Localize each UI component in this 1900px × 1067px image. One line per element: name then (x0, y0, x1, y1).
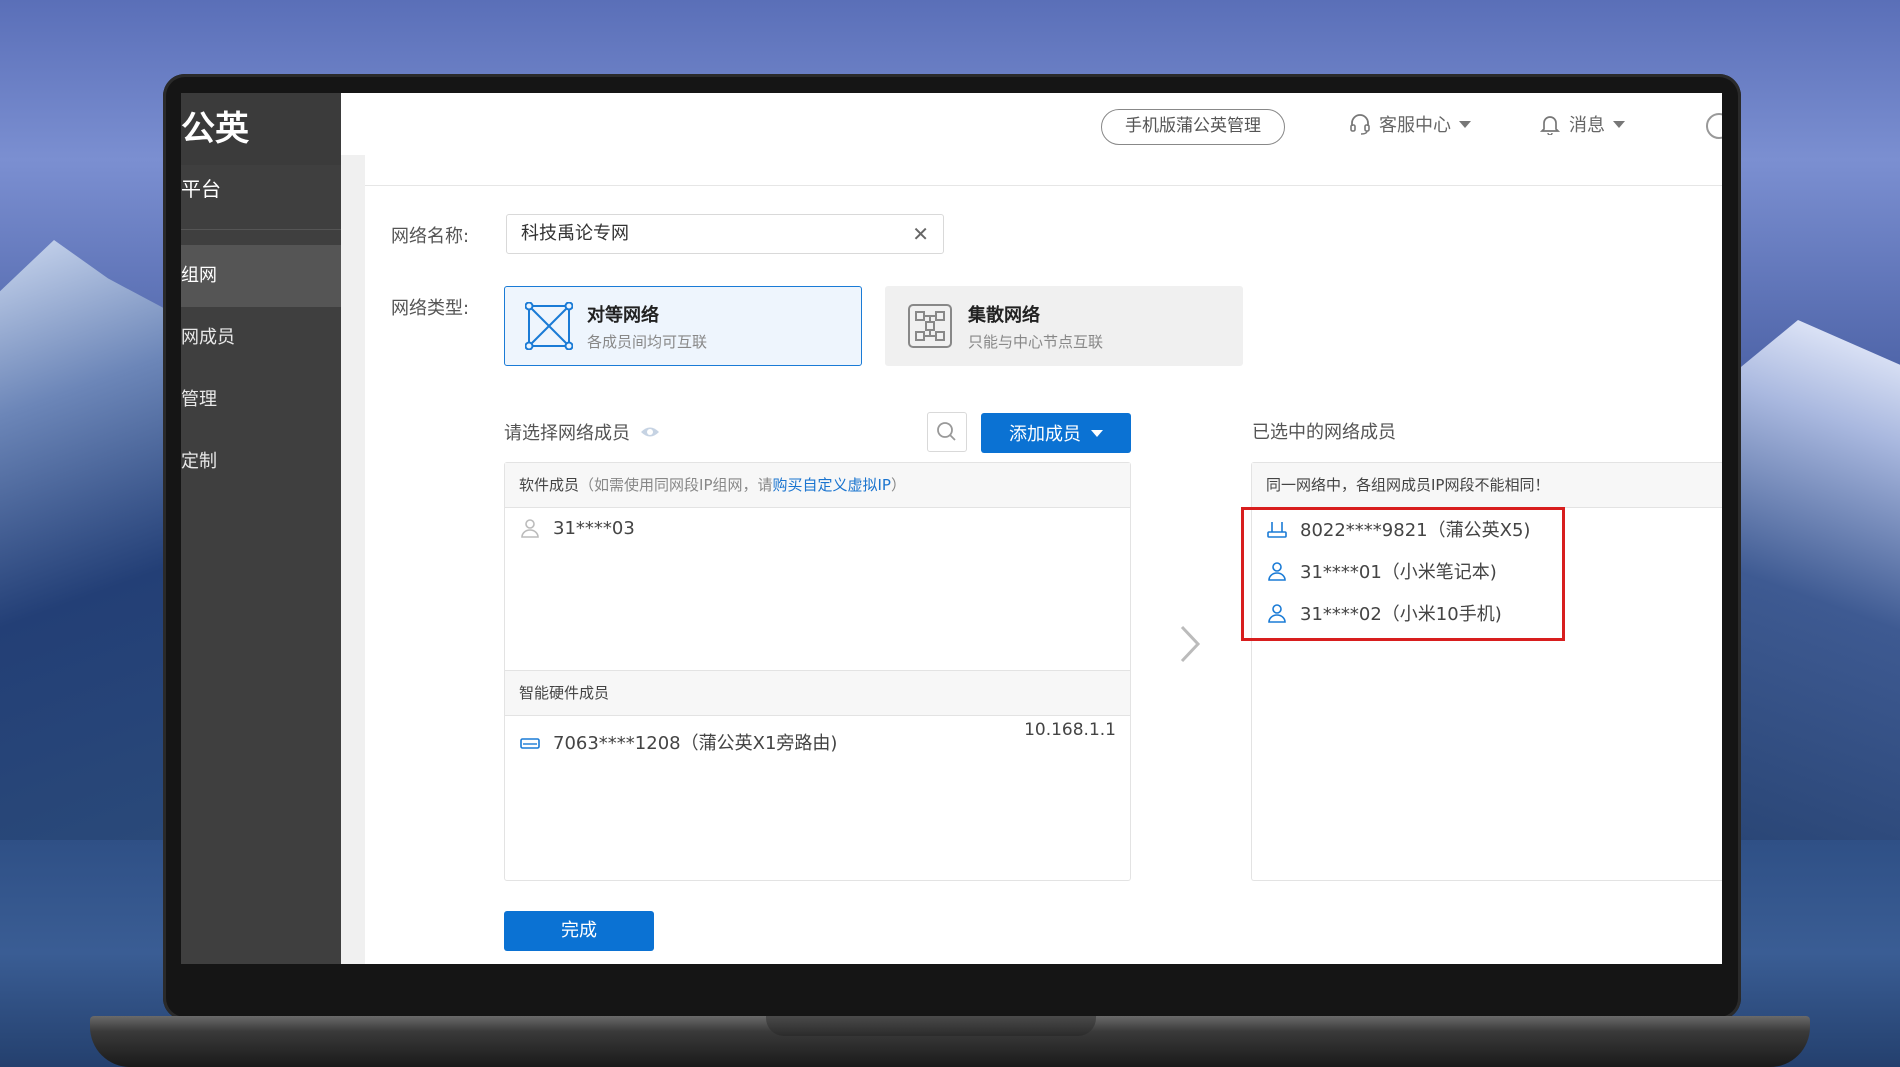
select-members-title: 请选择网络成员 (504, 419, 660, 445)
service-center-menu[interactable]: 客服中心 (1349, 111, 1471, 137)
member-name: 7063****1208（蒲公英X1旁路由) (553, 733, 838, 754)
type-title-peer: 对等网络 (587, 304, 659, 326)
member-name: 31****03 (553, 517, 635, 539)
eye-icon[interactable] (640, 425, 660, 439)
network-name-label: 网络名称: (391, 226, 470, 247)
brand-logo: 公英 (181, 93, 341, 165)
software-note-prefix: （如需使用同网段IP组网，请 (579, 476, 773, 494)
selected-note: 同一网络中，各组网成员IP网段不能相同！ (1252, 463, 1722, 508)
software-members-label: 软件成员 (519, 476, 580, 494)
add-member-label: 添加成员 (1009, 424, 1081, 445)
network-name-input[interactable]: 科技禹论专网 ✕ (506, 214, 944, 254)
type-title-hub: 集散网络 (968, 304, 1040, 326)
software-note-suffix: ） (890, 476, 906, 494)
messages-menu[interactable]: 消息 (1539, 111, 1625, 137)
list-item[interactable]: 7063****1208（蒲公英X1旁路由) 10.168.1.1 (505, 720, 1130, 762)
sidebar-item-members[interactable]: 网成员 (181, 307, 341, 369)
user-avatar-icon[interactable] (1706, 113, 1722, 139)
chevron-down-icon (1091, 429, 1103, 437)
headset-icon (1350, 114, 1370, 135)
network-type-label: 网络类型: (391, 298, 470, 319)
highlight-box (1241, 507, 1565, 641)
mesh-network-icon (525, 302, 573, 350)
type-card-peer[interactable]: 对等网络 各成员间均可互联 (504, 286, 862, 366)
hub-network-icon (908, 304, 952, 348)
type-desc-peer: 各成员间均可互联 (587, 332, 708, 351)
top-bar: 手机版蒲公英管理 客服中心 消息 (341, 93, 1722, 155)
available-members-panel: 软件成员（如需使用同网段IP组网，请购买自定义虚拟IP） 31****03 智能… (504, 462, 1131, 881)
select-members-label: 请选择网络成员 (504, 423, 630, 444)
sidebar: 公英 平台 组网 网成员 管理 定制 (181, 93, 341, 964)
list-item[interactable]: 31****03 (505, 508, 1130, 548)
router-icon (520, 738, 540, 749)
chevron-right-icon (1180, 625, 1201, 663)
selected-members-title: 已选中的网络成员 (1252, 422, 1396, 443)
sidebar-item-manage[interactable]: 管理 (181, 369, 341, 431)
sidebar-item-custom[interactable]: 定制 (181, 431, 341, 493)
done-button[interactable]: 完成 (504, 911, 654, 951)
hardware-members-header: 智能硬件成员 (505, 670, 1130, 716)
chevron-down-icon (1459, 120, 1471, 128)
background-mountain-right (1730, 320, 1900, 880)
hardware-members-list: 7063****1208（蒲公英X1旁路由) 10.168.1.1 (505, 720, 1130, 762)
background-mountain-left (0, 240, 180, 880)
sidebar-item-network[interactable]: 组网 (181, 245, 341, 307)
type-desc-hub: 只能与中心节点互联 (968, 332, 1104, 351)
software-members-header: 软件成员（如需使用同网段IP组网，请购买自定义虚拟IP） (505, 463, 1130, 508)
laptop-notch (766, 1016, 1096, 1036)
sidebar-divider (181, 229, 341, 230)
search-icon (937, 422, 956, 441)
content-header-strip (365, 155, 1722, 186)
network-name-value: 科技禹论专网 (521, 223, 629, 244)
user-icon (521, 519, 539, 538)
content-gutter (341, 155, 365, 964)
member-ip: 10.168.1.1 (1024, 720, 1116, 740)
platform-label: 平台 (181, 177, 221, 201)
bell-icon (1539, 116, 1561, 135)
clear-icon[interactable]: ✕ (912, 215, 929, 253)
service-center-label: 客服中心 (1379, 115, 1451, 136)
software-members-list: 31****03 (505, 508, 1130, 670)
mobile-management-button[interactable]: 手机版蒲公英管理 (1101, 109, 1285, 145)
add-member-button[interactable]: 添加成员 (981, 413, 1131, 453)
buy-virtual-ip-link[interactable]: 购买自定义虚拟IP (773, 476, 891, 494)
chevron-down-icon (1613, 120, 1625, 128)
hardware-members-label: 智能硬件成员 (519, 684, 610, 702)
search-button[interactable] (927, 412, 967, 452)
type-card-hub[interactable]: 集散网络 只能与中心节点互联 (885, 286, 1243, 366)
messages-label: 消息 (1569, 115, 1605, 136)
